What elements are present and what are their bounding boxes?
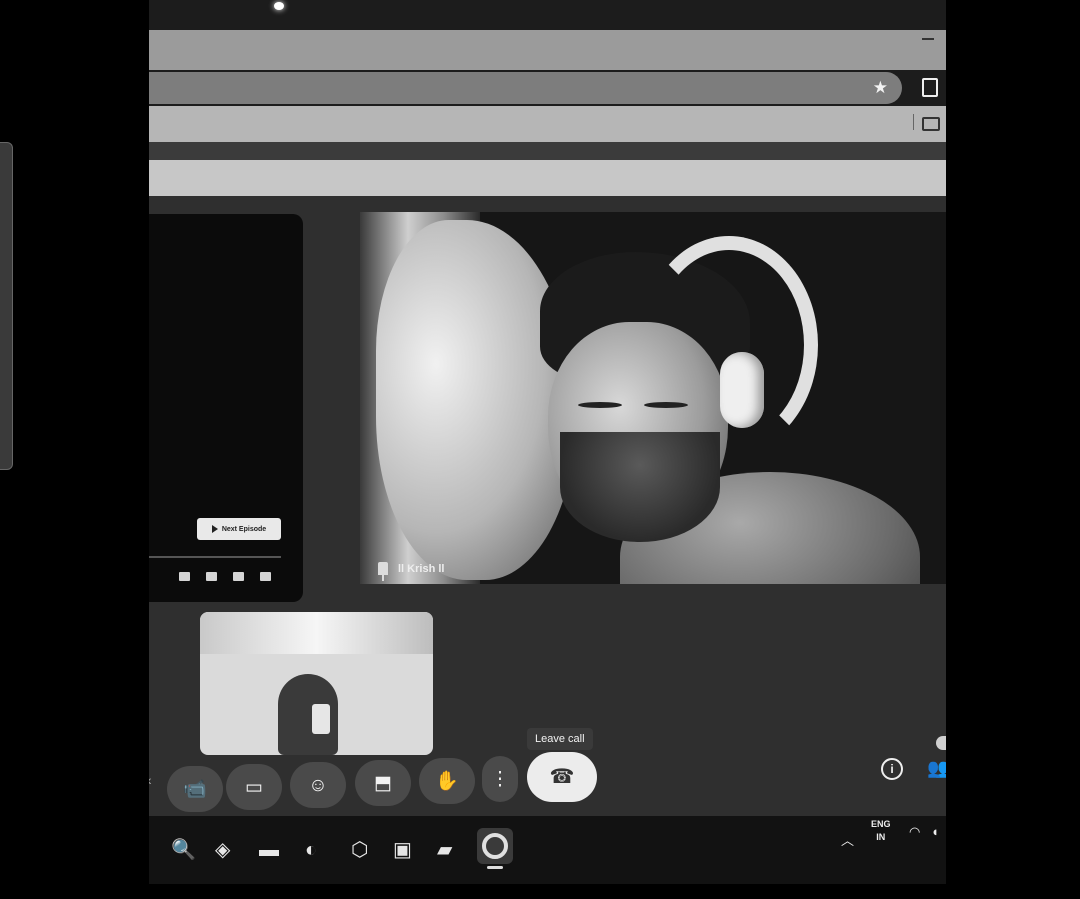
page-band-light bbox=[149, 160, 946, 196]
emoji-icon: ☺ bbox=[308, 774, 328, 796]
people-icon[interactable]: 👥 bbox=[927, 758, 946, 779]
more-controls-chevron-icon[interactable]: ‹ bbox=[149, 772, 152, 788]
hang-up-icon: ☎ bbox=[549, 766, 575, 788]
bookmarks-bar bbox=[149, 106, 946, 142]
more-options-button[interactable]: ⋮ bbox=[482, 756, 518, 802]
page-band-dark bbox=[149, 142, 946, 160]
notes-app-icon[interactable]: ▰ bbox=[437, 840, 452, 860]
player-progress-bar[interactable] bbox=[149, 556, 281, 558]
player-controls bbox=[179, 572, 271, 581]
play-icon bbox=[211, 525, 218, 533]
browser-titlebar bbox=[149, 30, 946, 70]
windows-taskbar: 🔍 ◈ ▬ ◐ ⬡ ▣ ▰ ︿ ENG IN ◠ ◖ bbox=[149, 816, 946, 884]
subtitles-icon[interactable] bbox=[179, 572, 190, 581]
participant-beard bbox=[560, 432, 720, 542]
leave-call-button[interactable]: ☎ bbox=[527, 752, 597, 802]
store-icon[interactable]: ▣ bbox=[393, 840, 412, 860]
leave-call-tooltip: Leave call bbox=[527, 728, 593, 750]
video-call-area: Next Episode ll Krish ll Leave call 📹 ▭ … bbox=[149, 196, 946, 884]
bookmarks-divider bbox=[913, 114, 914, 130]
volume-icon[interactable]: ◖ bbox=[931, 824, 939, 839]
self-view-phone bbox=[312, 704, 330, 734]
language-code: ENG bbox=[871, 819, 891, 829]
phone-side-edge bbox=[0, 142, 13, 470]
fullscreen-icon[interactable] bbox=[260, 572, 271, 581]
emoji-button[interactable]: ☺ bbox=[290, 762, 346, 808]
participant-video-tile[interactable]: ll Krish ll bbox=[360, 212, 946, 584]
captions-icon: ▭ bbox=[245, 776, 263, 798]
minimize-icon[interactable] bbox=[922, 38, 934, 40]
chrome-icon[interactable] bbox=[477, 828, 513, 864]
participants-count-badge bbox=[936, 736, 946, 750]
next-episode-button[interactable]: Next Episode bbox=[197, 518, 281, 540]
camera-icon: 📹 bbox=[183, 778, 207, 800]
present-button[interactable]: ⬒ bbox=[355, 760, 411, 806]
raise-hand-button[interactable]: ✋ bbox=[419, 758, 475, 804]
extensions-icon[interactable] bbox=[922, 78, 938, 97]
address-bar[interactable]: ★ bbox=[149, 72, 902, 104]
self-view-tile[interactable] bbox=[200, 612, 433, 755]
edge-browser-icon[interactable]: ◐ bbox=[305, 840, 317, 860]
active-app-indicator bbox=[487, 866, 503, 869]
pin-icon[interactable] bbox=[378, 562, 388, 581]
region-code: IN bbox=[876, 832, 886, 842]
bookmark-star-icon[interactable]: ★ bbox=[873, 78, 888, 98]
closed-eye bbox=[578, 402, 622, 408]
tray-chevron-up-icon[interactable]: ︿ bbox=[841, 830, 854, 849]
monitor-screen: ★ Next Episode ll Krish ll Leave call 📹 … bbox=[149, 0, 946, 884]
screen-icon[interactable] bbox=[206, 572, 217, 581]
office-icon[interactable]: ⬡ bbox=[351, 840, 368, 860]
search-icon[interactable]: 🔍 bbox=[171, 840, 196, 860]
shared-video-tile: Next Episode bbox=[149, 214, 303, 602]
webcam-light bbox=[274, 2, 284, 10]
captions-button[interactable]: ▭ bbox=[226, 764, 282, 810]
wifi-icon[interactable]: ◠ bbox=[909, 824, 920, 840]
present-screen-icon: ⬒ bbox=[374, 772, 392, 794]
copilot-icon[interactable]: ◈ bbox=[215, 840, 230, 860]
sleeping-participant bbox=[520, 236, 920, 584]
next-episode-label: Next Episode bbox=[221, 525, 267, 533]
file-explorer-icon[interactable]: ▬ bbox=[259, 840, 279, 860]
chrome-ring bbox=[482, 833, 508, 859]
camera-button[interactable]: 📹 bbox=[167, 766, 223, 812]
headphones-cup bbox=[720, 352, 764, 428]
bookmark-folder-icon[interactable] bbox=[922, 117, 940, 131]
hand-icon: ✋ bbox=[435, 770, 459, 792]
participant-name: ll Krish ll bbox=[398, 562, 445, 575]
self-view-ceiling bbox=[200, 612, 433, 654]
meeting-info-icon[interactable]: i bbox=[881, 758, 903, 780]
settings-icon[interactable] bbox=[233, 572, 244, 581]
language-indicator[interactable]: ENG IN bbox=[871, 818, 891, 844]
more-vert-icon: ⋮ bbox=[490, 768, 510, 790]
participant-name-tag: ll Krish ll bbox=[378, 562, 445, 581]
